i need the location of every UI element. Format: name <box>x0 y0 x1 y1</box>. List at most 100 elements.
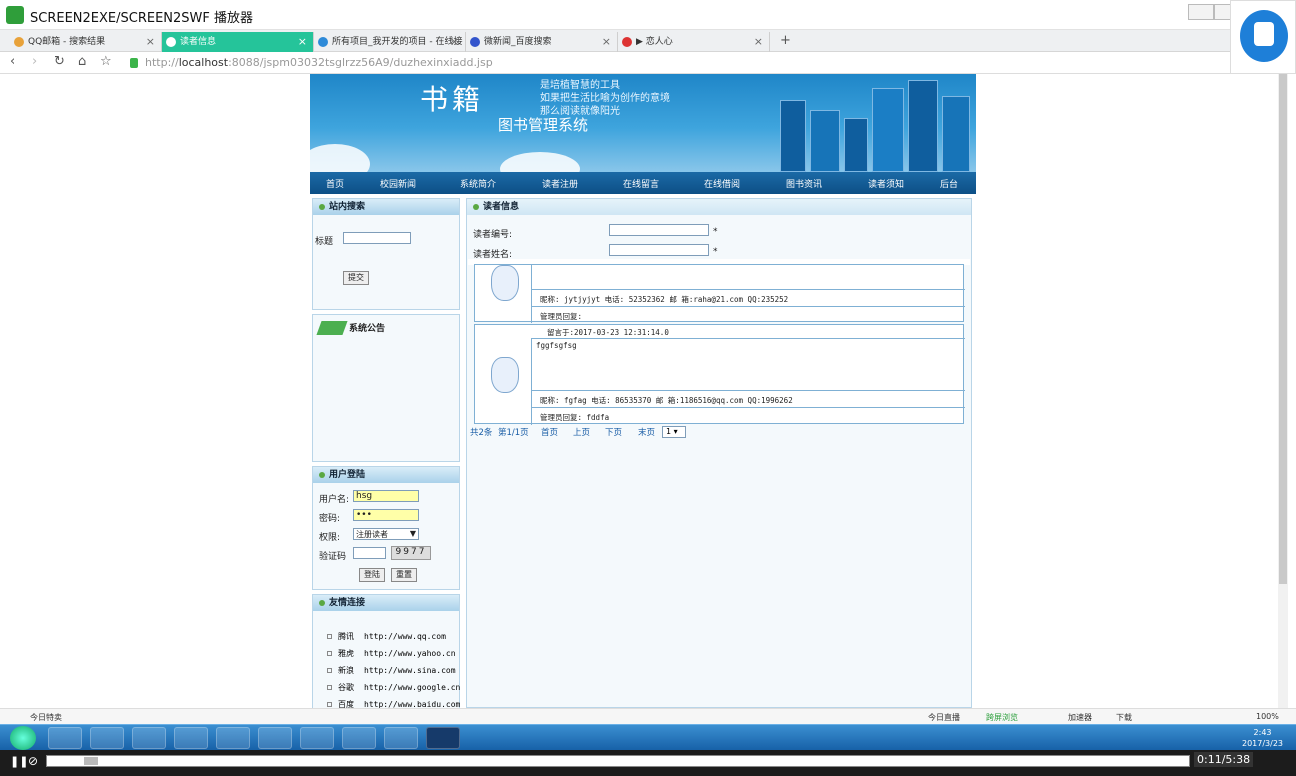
nav-borrow[interactable]: 在线借阅 <box>704 177 740 190</box>
cross-screen-link[interactable]: 跨屏浏览 <box>986 712 1018 723</box>
url-field[interactable]: http://localhost:8088/jspm03032tsglrzz56… <box>145 56 493 69</box>
close-icon[interactable]: × <box>602 32 611 52</box>
taskbar-app-icon[interactable] <box>174 727 208 749</box>
login-heading: 用户登陆 <box>313 467 459 483</box>
nav-book-news[interactable]: 图书资讯 <box>786 177 822 190</box>
close-icon[interactable]: × <box>754 32 763 52</box>
search-title-input[interactable] <box>343 232 411 244</box>
admin-reply: 管理员回复: fddfa <box>532 407 965 427</box>
username-input[interactable]: hsg <box>353 490 419 502</box>
reset-button[interactable]: 重置 <box>391 568 417 582</box>
search-heading: 站内搜索 <box>313 199 459 215</box>
reader-id-input[interactable] <box>609 224 709 236</box>
taskbar-app-icon[interactable] <box>90 727 124 749</box>
page-icon <box>318 37 328 47</box>
qq-icon <box>14 37 24 47</box>
link-item[interactable]: 腾讯 http://www.qq.com <box>327 631 446 642</box>
message-body: fggfsgfsg <box>536 341 577 350</box>
player-controls: ❚❚ ⊘ 0:11/5:38 <box>0 750 1296 776</box>
taskbar-tools-icon[interactable] <box>342 727 376 749</box>
link-item[interactable]: 谷歌 http://www.google.cn <box>327 682 460 693</box>
page-icon <box>166 37 176 47</box>
taskbar-ie-icon[interactable] <box>48 727 82 749</box>
tab-projects[interactable]: 所有项目_我开发的项目 - 在线接 × <box>314 32 466 52</box>
system-clock[interactable]: 2:43 2017/3/23 <box>1242 727 1283 749</box>
notice-box: 系统公告 <box>312 314 460 462</box>
nav-home[interactable]: 首页 <box>326 177 344 190</box>
taskbar-app-icon[interactable] <box>258 727 292 749</box>
close-icon[interactable]: × <box>450 32 459 52</box>
web-page: 书籍 是培植智慧的工具 如果把生活比喻为创作的意境 那么阅读就像阳光 图书管理系统 … <box>8 74 1278 708</box>
progress-track[interactable] <box>46 755 1190 767</box>
mascot-widget[interactable] <box>1230 0 1296 74</box>
home-icon[interactable]: ⌂ <box>78 54 86 69</box>
star-icon[interactable]: ☆ <box>100 54 112 69</box>
banner-logo: 书籍 <box>420 83 485 116</box>
pager-prev[interactable]: 上页 <box>573 426 590 438</box>
taskbar-folder-icon[interactable] <box>384 727 418 749</box>
stop-icon[interactable]: ⊘ <box>28 754 38 768</box>
taskbar-browser-icon[interactable] <box>216 727 250 749</box>
window-title: SCREEN2EXE/SCREEN2SWF 播放器 <box>30 11 253 26</box>
link-item[interactable]: 雅虎 http://www.yahoo.cn <box>327 648 456 659</box>
tab-reader-info[interactable]: 读者信息 × <box>162 32 314 52</box>
back-icon[interactable]: ‹ <box>10 54 15 69</box>
progress-handle[interactable] <box>84 757 98 765</box>
accelerator-link[interactable]: 加速器 <box>1068 712 1092 723</box>
nav-admin[interactable]: 后台 <box>940 177 958 190</box>
page-select[interactable]: 1 ▾ <box>662 426 686 438</box>
reload-icon[interactable]: ↻ <box>54 54 65 69</box>
avatar <box>491 357 519 393</box>
password-input[interactable]: ••• <box>353 509 419 521</box>
message-item: 昵称: jytjyjyt 电话: 52352362 邮 箱:raha@21.co… <box>474 264 965 323</box>
live-link[interactable]: 今日直播 <box>928 712 960 723</box>
taskbar-app-icon[interactable] <box>300 727 334 749</box>
start-button[interactable] <box>10 726 36 750</box>
nav-reader-notice[interactable]: 读者须知 <box>868 177 904 190</box>
reader-name-input[interactable] <box>609 244 709 256</box>
search-submit-button[interactable]: 提交 <box>343 271 369 285</box>
zoom-level[interactable]: 100% <box>1256 712 1279 721</box>
tab-music[interactable]: ▶ 恋人心 × <box>618 32 770 52</box>
forward-icon[interactable]: › <box>32 54 37 69</box>
pager-next[interactable]: 下页 <box>605 426 622 438</box>
download-link[interactable]: 下载 <box>1116 712 1132 723</box>
close-icon[interactable]: × <box>298 32 307 52</box>
deals-link[interactable]: 今日特卖 <box>30 712 62 723</box>
pager-first[interactable]: 首页 <box>541 426 558 438</box>
close-icon[interactable]: × <box>146 32 155 52</box>
page-scrollbar[interactable] <box>1278 74 1288 708</box>
taskbar-photoshop-icon[interactable] <box>426 727 460 749</box>
nav-register[interactable]: 读者注册 <box>542 177 578 190</box>
minimize-button[interactable] <box>1188 4 1214 20</box>
shield-icon <box>130 58 138 68</box>
new-tab-button[interactable]: + <box>780 33 791 48</box>
browser-statusbar: 今日特卖 今日直播 跨屏浏览 加速器 下载 100% <box>0 708 1296 724</box>
taskbar-app-icon[interactable] <box>132 727 166 749</box>
app-logo-icon <box>6 6 24 24</box>
nav-campus-news[interactable]: 校园新闻 <box>380 177 416 190</box>
address-bar: ‹ › ↻ ⌂ ☆ http://localhost:8088/jspm0303… <box>0 52 1296 74</box>
pager-last[interactable]: 末页 <box>638 426 655 438</box>
avatar <box>491 265 519 301</box>
baidu-icon <box>470 37 480 47</box>
tab-qqmail[interactable]: QQ邮箱 - 搜索结果 × <box>10 32 162 52</box>
login-box: 用户登陆 用户名: hsg 密码: ••• 权限: 注册读者 ▼ 验证码 9977… <box>312 466 460 590</box>
tab-baidu[interactable]: 微新闻_百度搜索 × <box>466 32 618 52</box>
nav-about[interactable]: 系统简介 <box>460 177 496 190</box>
browser-tab-bar: QQ邮箱 - 搜索结果 × 读者信息 × 所有项目_我开发的项目 - 在线接 × 微新… <box>0 30 1296 52</box>
link-item[interactable]: 百度 http://www.baidu.com <box>327 699 460 708</box>
link-item[interactable]: 新浪 http://www.sina.com <box>327 665 456 676</box>
role-select[interactable]: 注册读者 ▼ <box>353 528 419 540</box>
window-titlebar: SCREEN2EXE/SCREEN2SWF 播放器 <box>0 0 1296 30</box>
message-item: 留言于:2017-03-23 12:31:14.0 fggfsgfsg 昵称: … <box>474 324 965 427</box>
nav-message[interactable]: 在线留言 <box>623 177 659 190</box>
banner-slogan: 是培植智慧的工具 如果把生活比喻为创作的意境 那么阅读就像阳光 <box>540 80 670 117</box>
captcha-image[interactable]: 9977 <box>391 546 431 560</box>
login-button[interactable]: 登陆 <box>359 568 385 582</box>
reader-heading: 读者信息 <box>467 199 971 215</box>
main-nav: 首页 校园新闻 系统简介 读者注册 在线留言 在线借阅 图书资讯 读者须知 后台 <box>310 172 976 194</box>
captcha-input[interactable] <box>353 547 386 559</box>
cow-mascot-icon <box>1240 10 1288 62</box>
pause-icon[interactable]: ❚❚ <box>10 755 28 768</box>
